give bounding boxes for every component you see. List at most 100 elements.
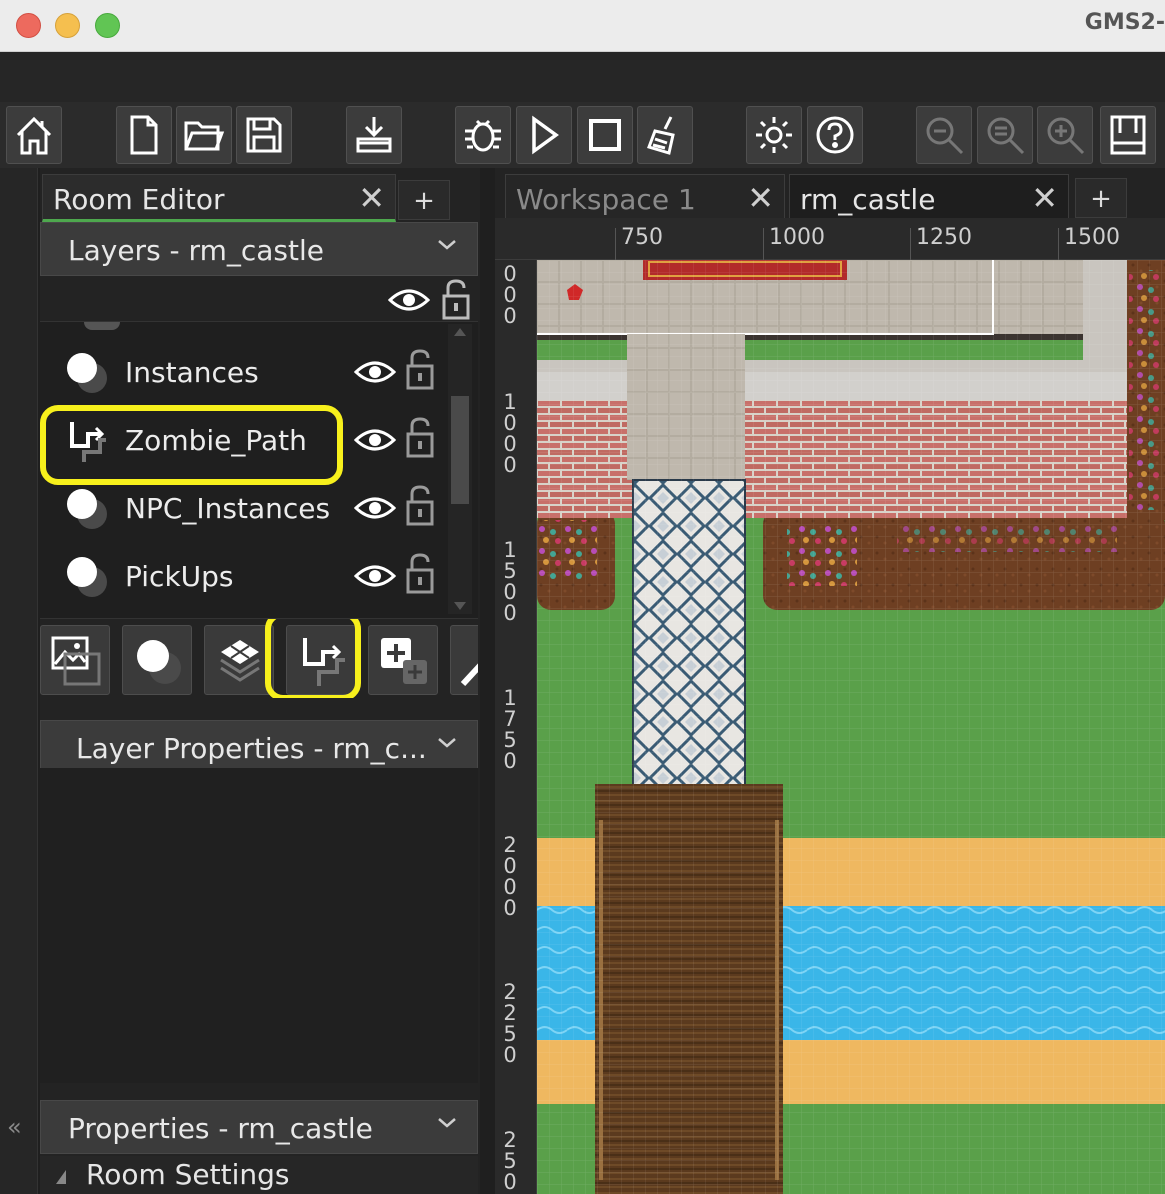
ruler-label: 250 xyxy=(503,1128,517,1194)
add-tab-button[interactable]: + xyxy=(1075,178,1127,218)
chevron-down-icon[interactable] xyxy=(435,731,459,761)
tab-label: Room Editor xyxy=(53,183,225,216)
eye-icon[interactable] xyxy=(388,282,430,318)
unlock-icon[interactable] xyxy=(404,552,436,596)
ruler-label: 1500 xyxy=(1064,225,1120,250)
eye-icon[interactable] xyxy=(354,490,396,526)
close-icon[interactable]: ✕ xyxy=(1031,179,1058,217)
layer-name: PickUps xyxy=(125,560,234,593)
add-background-layer-button[interactable] xyxy=(40,625,110,695)
room-settings-row[interactable]: Room Settings xyxy=(40,1156,478,1194)
layer-properties-body xyxy=(40,768,478,1083)
layout-button[interactable] xyxy=(1100,106,1156,164)
instance-layer-icon xyxy=(67,489,107,529)
layers-header[interactable]: Layers - rm_castle xyxy=(40,222,478,276)
tab-room-editor[interactable]: Room Editor ✕ xyxy=(42,174,396,222)
background-layer-icon xyxy=(51,636,101,686)
layer-row-instances[interactable]: Instances xyxy=(40,340,445,406)
ruler-label: 1500 xyxy=(503,538,517,625)
help-icon xyxy=(816,116,854,154)
layers-title: Layers - rm_castle xyxy=(68,234,324,267)
unlock-icon[interactable] xyxy=(404,416,436,460)
run-icon xyxy=(532,115,559,155)
create-executable-button[interactable] xyxy=(346,106,402,164)
help-button[interactable] xyxy=(807,106,863,164)
close-window-button[interactable] xyxy=(16,13,41,38)
minimize-window-button[interactable] xyxy=(55,13,80,38)
stop-button[interactable] xyxy=(577,106,633,164)
room-editor-panel: Room Editor ✕ + Layers - rm_castle Insta… xyxy=(40,168,480,1194)
layer-properties-title: Layer Properties - rm_c... xyxy=(76,732,427,765)
close-icon[interactable]: ✕ xyxy=(358,179,385,217)
layers-list: Instances Zombie_Path NPC_Instances Pick… xyxy=(40,278,478,618)
scrollbar-thumb[interactable] xyxy=(451,396,469,504)
add-tab-button[interactable]: + xyxy=(398,180,450,220)
tab-workspace-1[interactable]: Workspace 1 ✕ xyxy=(505,174,785,222)
room-tilemap xyxy=(537,260,1165,1194)
open-project-button[interactable] xyxy=(176,106,232,164)
debug-icon xyxy=(465,119,501,152)
unlock-icon[interactable] xyxy=(404,348,436,392)
hidden-layer-fragment xyxy=(84,322,120,330)
zoom-reset-icon xyxy=(987,117,1025,155)
settings-icon xyxy=(756,117,792,153)
add-asset-layer-button[interactable] xyxy=(368,625,438,695)
chevron-down-icon[interactable] xyxy=(435,233,459,263)
maximize-window-button[interactable] xyxy=(95,13,120,38)
layers-header-icons xyxy=(40,278,478,322)
eye-icon[interactable] xyxy=(354,422,396,458)
filter-layer-icon xyxy=(460,663,478,687)
open-folder-icon xyxy=(184,121,225,151)
workspace-collapse-strip: « xyxy=(0,168,38,1194)
ruler-label: 000 xyxy=(503,262,517,328)
save-button[interactable] xyxy=(236,106,292,164)
clean-button[interactable] xyxy=(637,106,693,164)
add-tile-layer-button[interactable] xyxy=(204,625,274,695)
layers-scrollbar[interactable] xyxy=(448,324,472,614)
room-canvas[interactable] xyxy=(537,260,1165,1194)
settings-button[interactable] xyxy=(746,106,802,164)
scroll-up-icon[interactable] xyxy=(452,326,468,338)
close-icon[interactable]: ✕ xyxy=(747,179,774,217)
save-icon xyxy=(246,117,282,153)
layer-row-pickups[interactable]: PickUps xyxy=(40,544,445,610)
properties-header[interactable]: Properties - rm_castle xyxy=(40,1100,478,1154)
unlock-icon[interactable] xyxy=(404,484,436,528)
ruler-label: 2250 xyxy=(503,980,517,1067)
home-button[interactable] xyxy=(6,106,62,164)
tab-rm-castle[interactable]: rm_castle ✕ xyxy=(789,174,1069,222)
ruler-label: 1750 xyxy=(503,686,517,773)
tab-label: Workspace 1 xyxy=(516,183,696,216)
horizontal-ruler: 750 1000 1250 1500 xyxy=(495,218,1165,260)
layer-name: NPC_Instances xyxy=(125,492,331,525)
tile-layer-icon xyxy=(220,640,260,682)
chevron-down-icon[interactable] xyxy=(435,1111,459,1141)
run-button[interactable] xyxy=(516,106,572,164)
window-title: GMS2- xyxy=(1084,10,1165,35)
home-icon xyxy=(16,116,52,155)
layer-row-npc-instances[interactable]: NPC_Instances xyxy=(40,476,445,542)
lock-icon[interactable] xyxy=(440,278,472,322)
new-file-icon xyxy=(130,115,158,155)
add-layer-toolbar xyxy=(40,618,478,698)
eye-icon[interactable] xyxy=(354,354,396,390)
new-project-button[interactable] xyxy=(116,106,172,164)
create-executable-icon xyxy=(356,117,392,153)
scroll-down-icon[interactable] xyxy=(452,600,468,612)
zoom-reset-button[interactable] xyxy=(977,106,1033,164)
room-settings-label: Room Settings xyxy=(86,1158,290,1191)
ruler-label: 1250 xyxy=(916,225,972,250)
layer-properties-header[interactable]: Layer Properties - rm_c... xyxy=(40,720,478,774)
add-instance-layer-button[interactable] xyxy=(122,625,192,695)
asset-layer-icon xyxy=(381,638,427,684)
expand-triangle-icon[interactable] xyxy=(56,1170,66,1184)
zoom-out-button[interactable] xyxy=(916,106,972,164)
add-filter-layer-button[interactable] xyxy=(450,625,478,695)
zoom-in-button[interactable] xyxy=(1037,106,1093,164)
eye-icon[interactable] xyxy=(354,558,396,594)
zoom-in-icon xyxy=(1047,117,1085,155)
collapse-icon[interactable]: « xyxy=(7,1113,22,1141)
debug-button[interactable] xyxy=(455,106,511,164)
vertical-ruler: 000 1000 1500 1750 2000 2250 250 xyxy=(495,260,537,1194)
instance-layer-icon xyxy=(67,353,107,393)
